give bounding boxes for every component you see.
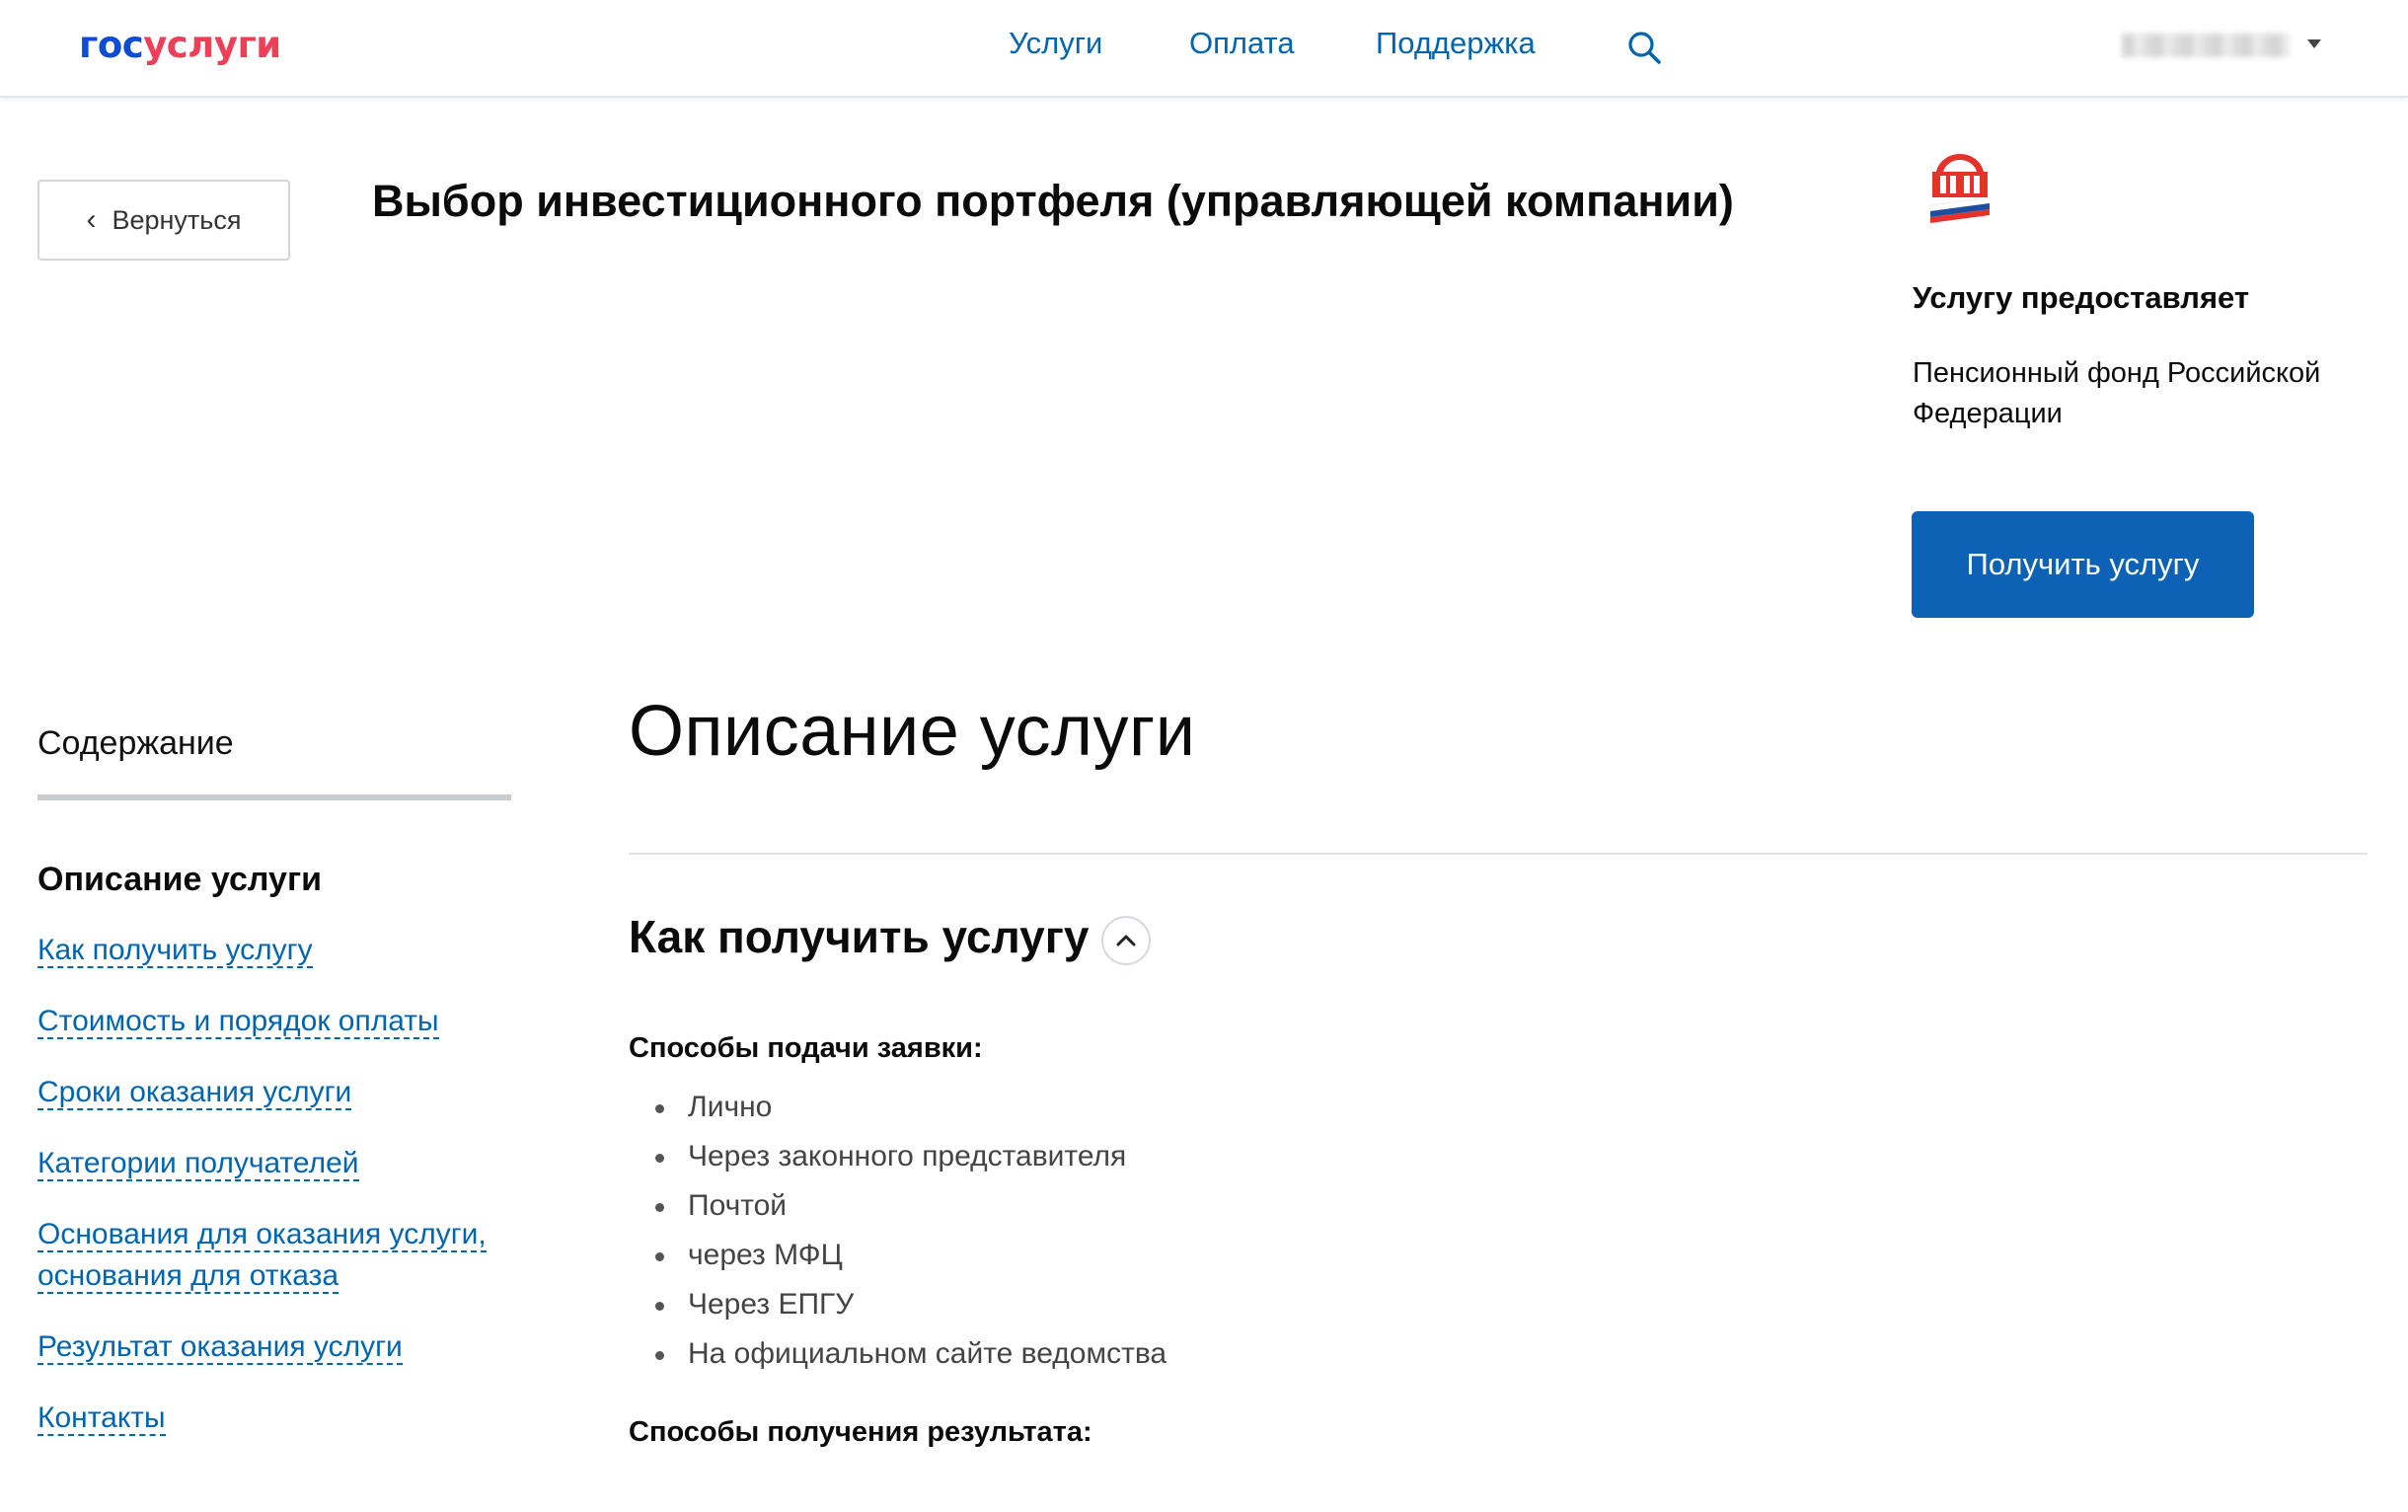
chevron-down-icon: [2307, 39, 2321, 48]
toc-link-label: Как получить услугу: [38, 934, 313, 968]
toc-link-label: Основания для оказания услуги, основания…: [38, 1218, 487, 1294]
toc-link-label: Сроки оказания услуги: [38, 1076, 352, 1110]
list-item: На официальном сайте ведомства: [629, 1332, 1166, 1382]
toc-link-categories[interactable]: Категории получателей: [38, 1143, 531, 1184]
toc-link-label: Категории получателей: [38, 1147, 359, 1181]
toc-link-grounds[interactable]: Основания для оказания услуги, основания…: [38, 1214, 531, 1297]
nav-payment[interactable]: Оплата: [1189, 26, 1295, 61]
chevron-up-icon: [1116, 935, 1136, 946]
result-methods-title: Способы получения результата:: [629, 1416, 1092, 1448]
user-menu[interactable]: [2122, 26, 2329, 65]
toc-link-label: Контакты: [38, 1401, 166, 1436]
list-item: Через законного представителя: [629, 1135, 1166, 1184]
submission-methods-title: Способы подачи заявки:: [629, 1032, 983, 1064]
get-service-button[interactable]: Получить услугу: [1912, 511, 2254, 618]
gosuslugi-logo[interactable]: госуслуги: [79, 24, 281, 66]
section-description-heading: Описание услуги: [629, 692, 1196, 771]
search-icon[interactable]: [1626, 30, 1662, 65]
chevron-left-icon: ‹: [86, 203, 97, 236]
toc-title: Содержание: [38, 724, 234, 762]
toc-link-terms[interactable]: Сроки оказания услуги: [38, 1072, 531, 1113]
back-button-label: Вернуться: [112, 204, 242, 235]
list-item: Почтой: [629, 1184, 1166, 1234]
toc-divider: [38, 794, 511, 800]
toc-link-label: Стоимость и порядок оплаты: [38, 1005, 439, 1039]
user-name-blurred: [2122, 34, 2290, 57]
toc-link-contacts[interactable]: Контакты: [38, 1398, 531, 1439]
collapse-section-button[interactable]: [1101, 916, 1151, 965]
toc-link-result[interactable]: Результат оказания услуги: [38, 1326, 531, 1368]
toc-link-label: Результат оказания услуги: [38, 1330, 403, 1365]
toc-link-how-to-get[interactable]: Как получить услугу: [38, 930, 531, 971]
pension-fund-logo-icon: [1929, 154, 1991, 223]
back-button[interactable]: ‹ Вернуться: [38, 180, 290, 261]
list-item: Через ЕПГУ: [629, 1283, 1166, 1332]
provider-heading: Услугу предоставляет: [1913, 280, 2250, 315]
logo-part-uslugi: услуги: [143, 24, 281, 66]
nav-support[interactable]: Поддержка: [1376, 26, 1536, 61]
list-item: через МФЦ: [629, 1234, 1166, 1283]
section-divider: [629, 853, 2368, 855]
toc-link-cost[interactable]: Стоимость и порядок оплаты: [38, 1001, 531, 1042]
logo-part-gos: гос: [79, 24, 144, 66]
submission-methods-list: Лично Через законного представителя Почт…: [629, 1086, 1166, 1382]
list-item: Лично: [629, 1086, 1166, 1135]
page-title: Выбор инвестиционного портфеля (управляю…: [372, 176, 1734, 226]
provider-name: Пенсионный фонд Российской Федерации: [1913, 357, 2321, 429]
toc-item-description-active: Описание услуги: [38, 861, 323, 898]
top-header: госуслуги Услуги Оплата Поддержка: [0, 0, 2408, 98]
nav-services[interactable]: Услуги: [1009, 26, 1102, 61]
how-to-get-heading: Как получить услугу: [629, 911, 1090, 962]
